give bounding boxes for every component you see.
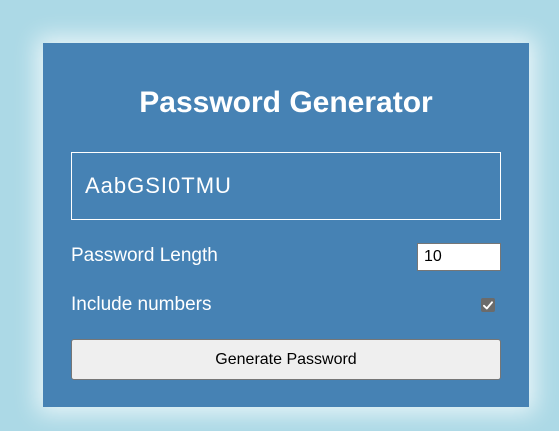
generate-password-button[interactable]: Generate Password — [71, 339, 501, 380]
password-length-label: Password Length — [71, 245, 218, 266]
password-length-input[interactable] — [417, 243, 501, 271]
include-numbers-label: Include numbers — [71, 294, 212, 315]
check-icon — [483, 300, 493, 309]
include-numbers-checkbox[interactable] — [481, 298, 495, 312]
page-title: Password Generator — [139, 86, 433, 119]
password-generator-card: Password Generator AabGSI0TMU Password L… — [43, 43, 529, 407]
generated-password-display: AabGSI0TMU — [71, 152, 501, 220]
